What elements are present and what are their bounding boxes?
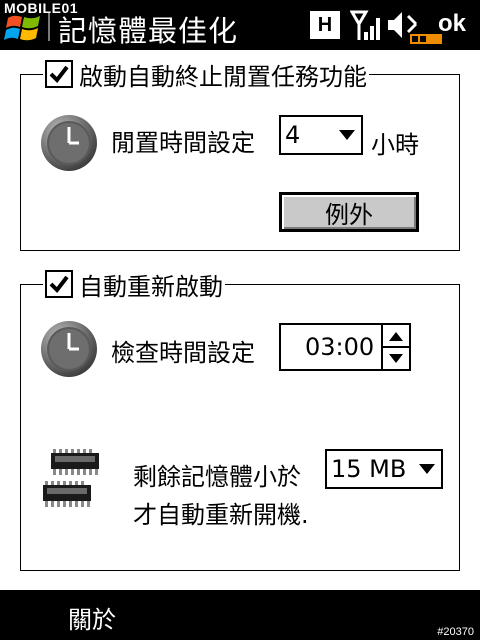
app-title: 記憶體最佳化 bbox=[58, 14, 239, 48]
dropdown-arrow-icon bbox=[333, 117, 361, 153]
watermark-text: #20370 bbox=[437, 626, 474, 638]
spinner-buttons bbox=[381, 325, 409, 369]
memory-threshold-value: 15 MB bbox=[331, 455, 407, 483]
clock-icon bbox=[41, 115, 97, 171]
check-time-value[interactable]: 03:00 bbox=[281, 333, 381, 361]
idle-time-label: 閒置時間設定 bbox=[111, 129, 255, 157]
softkey-bar: 關於 #20370 bbox=[0, 590, 480, 640]
spin-up-button[interactable] bbox=[383, 325, 409, 348]
auto-restart-group: 自動重新啟動 檢查時間設定 03:00 剩餘記憶體小於 才自動重新開機. 15 … bbox=[20, 269, 460, 571]
about-softkey[interactable]: 關於 bbox=[68, 600, 116, 635]
memory-threshold-label-1: 剩餘記憶體小於 bbox=[133, 463, 301, 491]
auto-terminate-label: 啟動自動終止閒置任務功能 bbox=[79, 62, 367, 91]
hsdpa-indicator-icon[interactable]: H bbox=[310, 11, 340, 39]
ok-button[interactable]: ok bbox=[438, 10, 466, 38]
auto-restart-legend: 自動重新啟動 bbox=[43, 269, 225, 301]
checkmark-icon bbox=[49, 275, 69, 294]
exceptions-button[interactable]: 例外 bbox=[279, 192, 419, 232]
idle-time-value: 4 bbox=[285, 121, 301, 149]
memory-chip-icon bbox=[43, 481, 91, 507]
dropdown-arrow-icon bbox=[413, 451, 441, 487]
auto-restart-label: 自動重新啟動 bbox=[79, 272, 223, 301]
memory-threshold-dropdown[interactable]: 15 MB bbox=[325, 449, 443, 489]
idle-time-dropdown[interactable]: 4 bbox=[279, 115, 363, 155]
memory-chip-icon bbox=[51, 449, 99, 475]
windows-start-icon[interactable] bbox=[4, 10, 44, 44]
check-time-label: 檢查時間設定 bbox=[111, 339, 255, 367]
idle-time-unit: 小時 bbox=[371, 131, 419, 159]
clock-icon bbox=[41, 321, 97, 377]
arrow-down-icon bbox=[389, 353, 403, 363]
spin-down-button[interactable] bbox=[383, 348, 409, 369]
signal-strength-icon[interactable] bbox=[350, 8, 382, 44]
title-separator bbox=[48, 13, 50, 41]
check-time-spinner[interactable]: 03:00 bbox=[279, 323, 411, 371]
arrow-up-icon bbox=[389, 331, 403, 341]
auto-terminate-checkbox[interactable] bbox=[45, 60, 73, 88]
checkmark-icon bbox=[49, 65, 69, 84]
auto-restart-checkbox[interactable] bbox=[45, 270, 73, 298]
memory-threshold-label-2: 才自動重新開機. bbox=[133, 501, 309, 529]
auto-terminate-legend: 啟動自動終止閒置任務功能 bbox=[43, 59, 369, 91]
auto-terminate-group: 啟動自動終止閒置任務功能 閒置時間設定 4 小時 例外 bbox=[20, 59, 460, 251]
title-bar: MOBILE01 記憶體最佳化 H ok bbox=[0, 0, 480, 50]
